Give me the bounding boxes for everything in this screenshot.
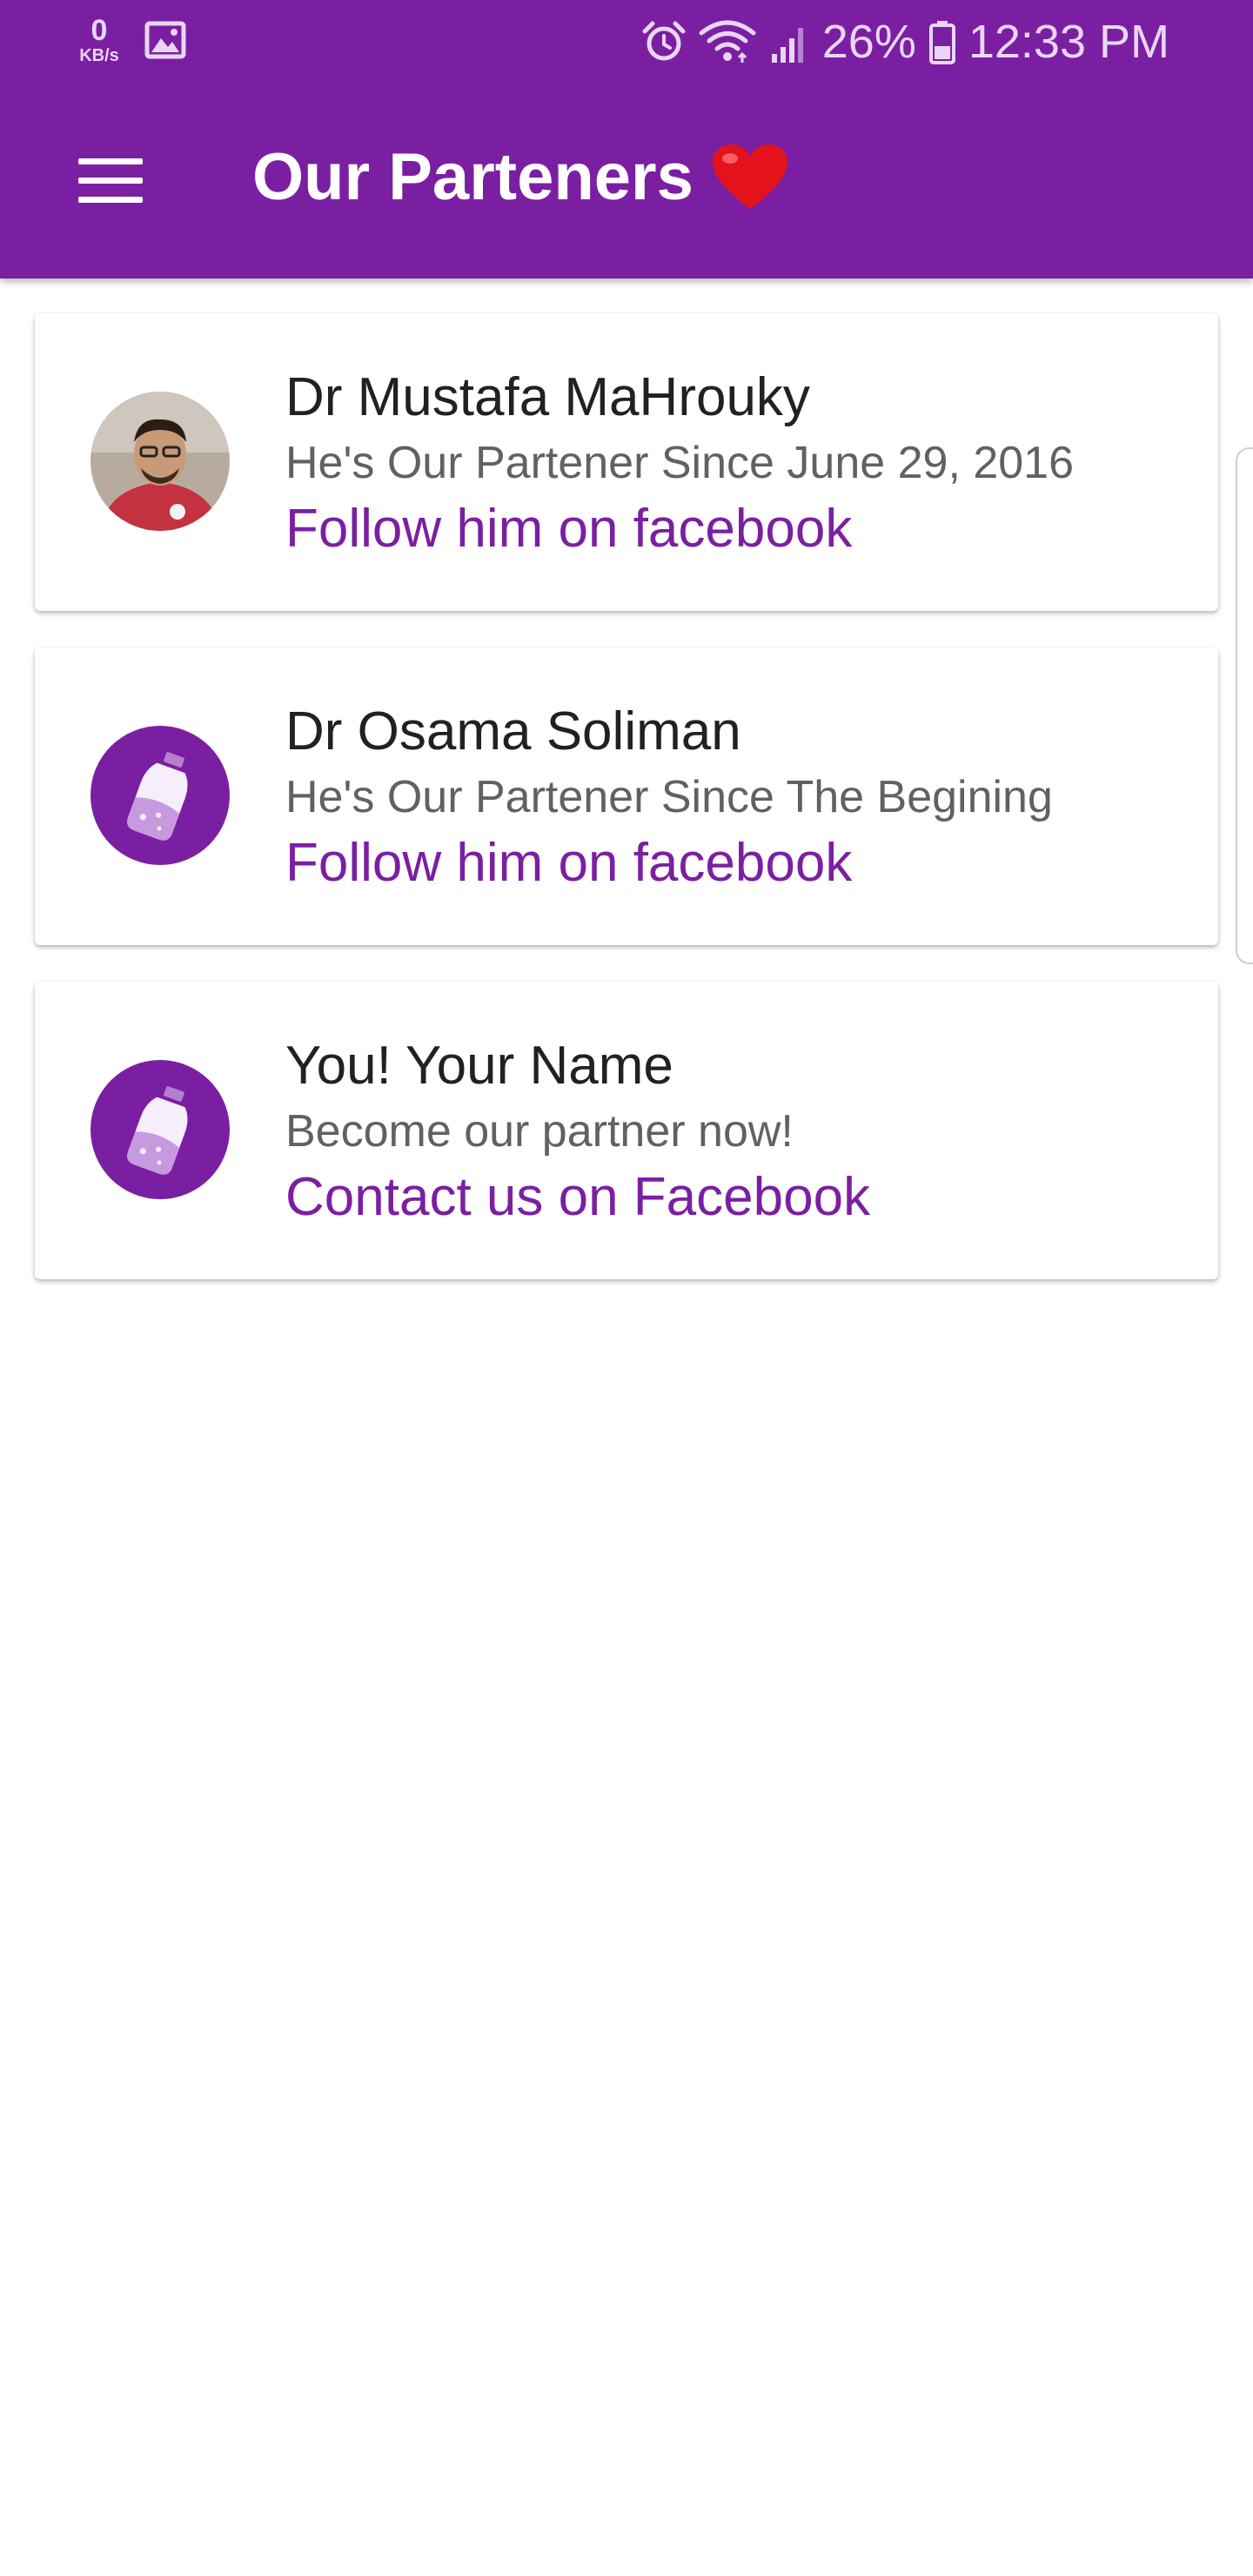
partner-name: You! Your Name [285,1036,673,1096]
battery-icon [928,21,955,64]
wifi-icon [699,20,756,63]
partner-card[interactable]: Dr Mustafa MaHrouky He's Our Partener Si… [35,313,1218,611]
partner-since: He's Our Partener Since The Begining [285,771,1053,822]
partner-card[interactable]: Dr Osama Soliman He's Our Partener Since… [35,647,1218,945]
partner-since: Become our partner now! [285,1105,794,1157]
partner-name: Dr Mustafa MaHrouky [285,367,810,427]
image-icon [144,21,186,59]
facebook-link[interactable]: Follow him on facebook [285,494,1199,563]
bottle-icon [90,726,230,865]
partner-info: You! Your Name Become our partner now! C… [285,1032,1199,1232]
contact-facebook-link[interactable]: Contact us on Facebook [285,1163,1199,1231]
battery-percent: 26% [821,16,916,68]
network-speed: 0 KB/s [73,16,125,64]
network-speed-value: 0 [90,14,108,47]
heart-icon [712,144,787,209]
network-speed-unit: KB/s [79,46,119,65]
page-title-container: Our Parteners [252,139,789,215]
alarm-icon [642,21,686,61]
partner-info: Dr Osama Soliman He's Our Partener Since… [285,698,1199,898]
facebook-link[interactable]: Follow him on facebook [285,828,1199,897]
partner-name: Dr Osama Soliman [285,701,741,761]
app-bar: Our Parteners [0,84,1253,278]
status-bar: 0 KB/s 26% 12:33 PM [0,0,1253,84]
partner-card[interactable]: You! Your Name Become our partner now! C… [35,982,1218,1279]
page-title: Our Parteners [252,140,694,214]
photo-avatar [90,392,230,531]
bottle-icon [90,1060,230,1199]
clock: 12:33 PM [968,16,1169,68]
edge-panel-handle[interactable] [1236,447,1253,964]
partner-since: He's Our Partener Since June 29, 2016 [285,437,1075,488]
partner-info: Dr Mustafa MaHrouky He's Our Partener Si… [285,364,1199,564]
menu-icon[interactable] [78,158,143,204]
signal-icon [771,28,803,63]
